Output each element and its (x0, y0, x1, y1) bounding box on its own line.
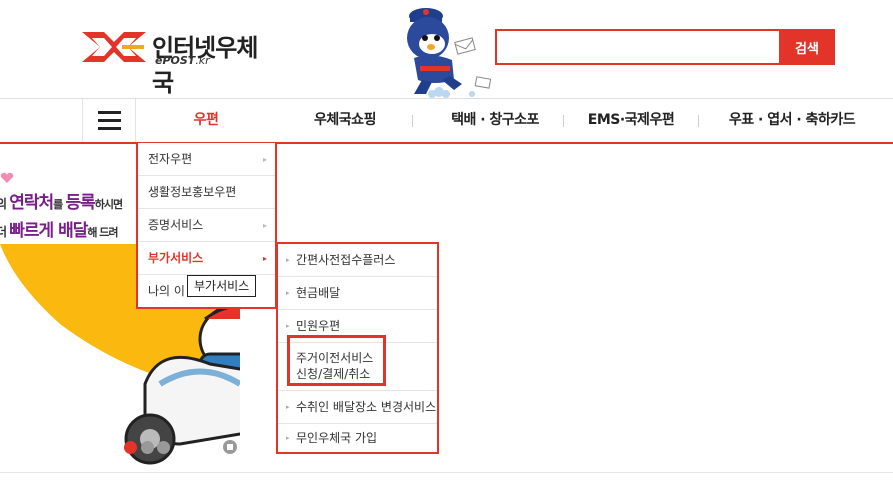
submenu2-item-unmanned-post[interactable]: ▸ 무인우체국 가입 (278, 424, 437, 452)
postman-mascot-icon (402, 8, 492, 98)
logo-subtitle-domain: .kr (195, 54, 210, 67)
submenu-item-label: 생활정보홍보우편 (148, 185, 237, 199)
banner-line-1-pre: 의 (0, 197, 7, 211)
submenu2-item-label: 무인우체국 가입 (296, 431, 378, 445)
chevron-right-icon: ▸ (262, 221, 267, 230)
heart-icon (0, 172, 14, 183)
bullet-icon: ▸ (286, 434, 290, 442)
gnb-tab-parcel[interactable]: 택배 · 창구소포 (420, 99, 570, 142)
gnb-divider (412, 115, 413, 127)
main-banner[interactable]: 의 연락처를 등록하시면 더 빠르게 배달해 드려 (0, 144, 893, 474)
banner-line-1-highlight-2: 등록 (65, 193, 95, 213)
bullet-icon: ▸ (286, 256, 290, 264)
bullet-icon: ▸ (286, 403, 290, 411)
search-box: 검색 (495, 29, 835, 65)
main-navigation: 우편 우체국쇼핑 택배 · 창구소포 EMS·국제우편 우표 · 엽서 · 축하… (0, 98, 893, 144)
all-menu-button[interactable] (82, 99, 136, 142)
submenu-item-certificate[interactable]: 증명서비스 ▸ (138, 209, 275, 242)
gnb-tab-stamps[interactable]: 우표 · 엽서 · 축하카드 (712, 99, 872, 142)
banner-line-2-post: 해 드려 (87, 226, 118, 239)
tooltip: 부가서비스 (187, 275, 257, 297)
site-header: 인터넷우체국 ePOST.kr 검색 (0, 0, 893, 98)
submenu-item-label: 증명서비스 (148, 218, 204, 232)
submenu2-item-delivery-location-change[interactable]: ▸ 수취인 배달장소 변경서비스 (278, 391, 437, 424)
gnb-divider (698, 115, 699, 127)
banner-line-1-highlight: 연락처 (9, 193, 54, 213)
banner-line-2: 더 빠르게 배달해 드려 (0, 216, 119, 241)
pager-dot[interactable] (141, 441, 154, 454)
pager-stop-inner (227, 444, 233, 450)
chevron-right-icon: ▸ (262, 254, 267, 263)
submenu2-item-label: 현금배달 (296, 286, 341, 300)
epost-logo[interactable]: 인터넷우체국 ePOST.kr (82, 26, 272, 97)
pager-dot[interactable] (157, 441, 170, 454)
submenu2-item-label: 수취인 배달장소 변경서비스 (296, 400, 437, 414)
submenu2-item-label: 간편사전접수플러스 (296, 253, 396, 267)
gnb-tab-ems[interactable]: EMS·국제우편 (572, 99, 690, 142)
pager-dot-active[interactable] (124, 441, 137, 454)
highlight-box (287, 335, 386, 386)
submenu-item-label: 나의 이 (148, 284, 185, 298)
submenu-item-label: 전자우편 (148, 152, 193, 166)
banner-text-card: 의 연락처를 등록하시면 더 빠르게 배달해 드려 (0, 144, 140, 244)
banner-line-2-highlight: 빠르게 배달 (9, 221, 88, 241)
banner-line-2-pre: 더 (0, 225, 7, 239)
submenu-item-promo-post[interactable]: 생활정보홍보우편 (138, 176, 275, 209)
submenu2-item-easy-preregistration[interactable]: ▸ 간편사전접수플러스 (278, 244, 437, 277)
hamburger-icon (98, 111, 121, 114)
banner-line-1-post: 하시면 (94, 198, 123, 211)
submenu-item-additional-services[interactable]: 부가서비스 ▸ (138, 242, 275, 275)
gnb-tab-post[interactable]: 우편 (148, 99, 264, 142)
submenu-item-email-post[interactable]: 전자우편 ▸ (138, 143, 275, 176)
chevron-right-icon: ▸ (262, 155, 267, 164)
banner-line-1: 의 연락처를 등록하시면 (0, 188, 123, 213)
submenu2-item-cash-delivery[interactable]: ▸ 현금배달 (278, 277, 437, 310)
hamburger-icon (98, 119, 121, 122)
bullet-icon: ▸ (286, 289, 290, 297)
gnb-divider (563, 115, 564, 127)
submenu2-item-label: 민원우편 (296, 319, 341, 333)
submenu-item-label: 부가서비스 (148, 251, 204, 265)
gnb-tab-shopping[interactable]: 우체국쇼핑 (285, 99, 405, 142)
banner-divider (0, 472, 893, 473)
logo-subtitle-bold: ePOST (155, 54, 196, 67)
banner-line-1-mid: 를 (53, 198, 63, 211)
post-logo-icon (82, 32, 146, 62)
hamburger-icon (98, 127, 121, 130)
logo-subtitle: ePOST.kr (155, 54, 210, 67)
search-button[interactable]: 검색 (779, 29, 835, 65)
search-input[interactable] (495, 29, 779, 65)
